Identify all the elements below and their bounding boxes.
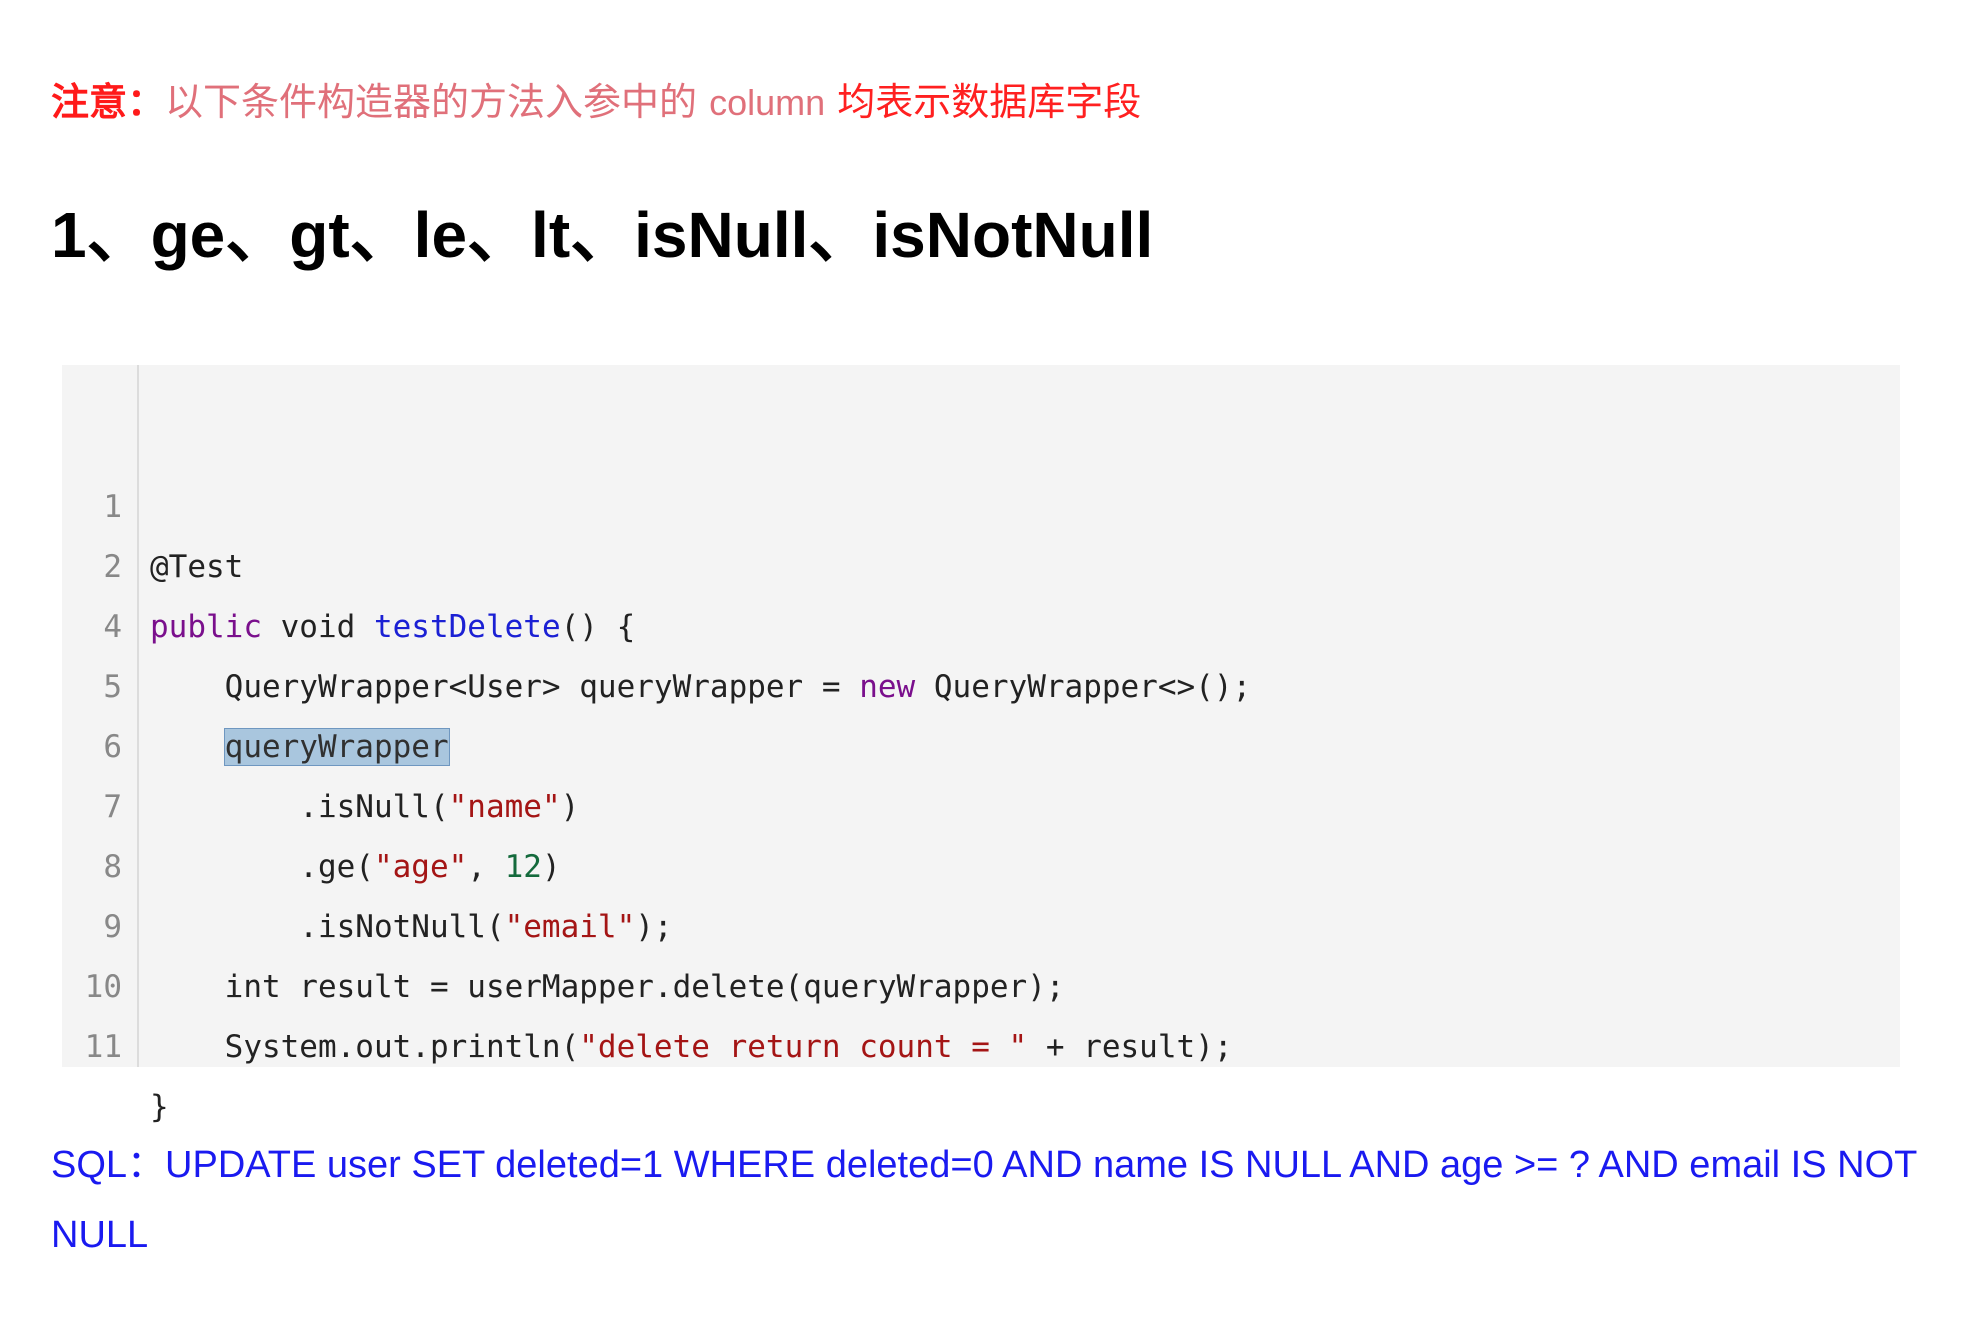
code-line: 1 @Test [62,417,1900,585]
code-block: 1 @Test 2 public void testDelete() { 4 Q… [62,365,1900,1125]
line-number: 11 [84,1029,122,1065]
code-line: 9 int result = userMapper.delete(queryWr… [62,837,1900,1005]
code-line: 10 System.out.println("delete return cou… [62,897,1900,1065]
code-text: } [150,1089,169,1125]
code-line: 7 .ge("age", 12) [62,717,1900,885]
string-literal: "delete return count = " [579,1029,1028,1065]
code-line: 8 .isNotNull("email"); [62,777,1900,945]
code-text: + result); [1027,1029,1233,1065]
code-line: 6 .isNull("name") [62,657,1900,825]
code-line: 2 public void testDelete() { [62,477,1900,645]
note-text-1: 以下条件构造器的方法入参中的 [165,80,698,124]
sql-output: SQL：UPDATE user SET deleted=1 WHERE dele… [51,1144,1917,1256]
code-line: 5 queryWrapper [62,597,1900,766]
code-line: 4 QueryWrapper<User> queryWrapper = new … [62,537,1900,705]
note-line: 注意：以下条件构造器的方法入参中的 column 均表示数据库字段 [51,72,1141,133]
code-line: 11 } [62,957,1900,1125]
note-prefix: 注意： [51,80,166,124]
code-text: System.out.println( [150,1029,580,1065]
note-text-2: 均表示数据库字段 [837,80,1142,124]
note-column-word: column [709,82,826,123]
section-heading: 1、ge、gt、le、lt、isNull、isNotNull [51,199,1154,271]
